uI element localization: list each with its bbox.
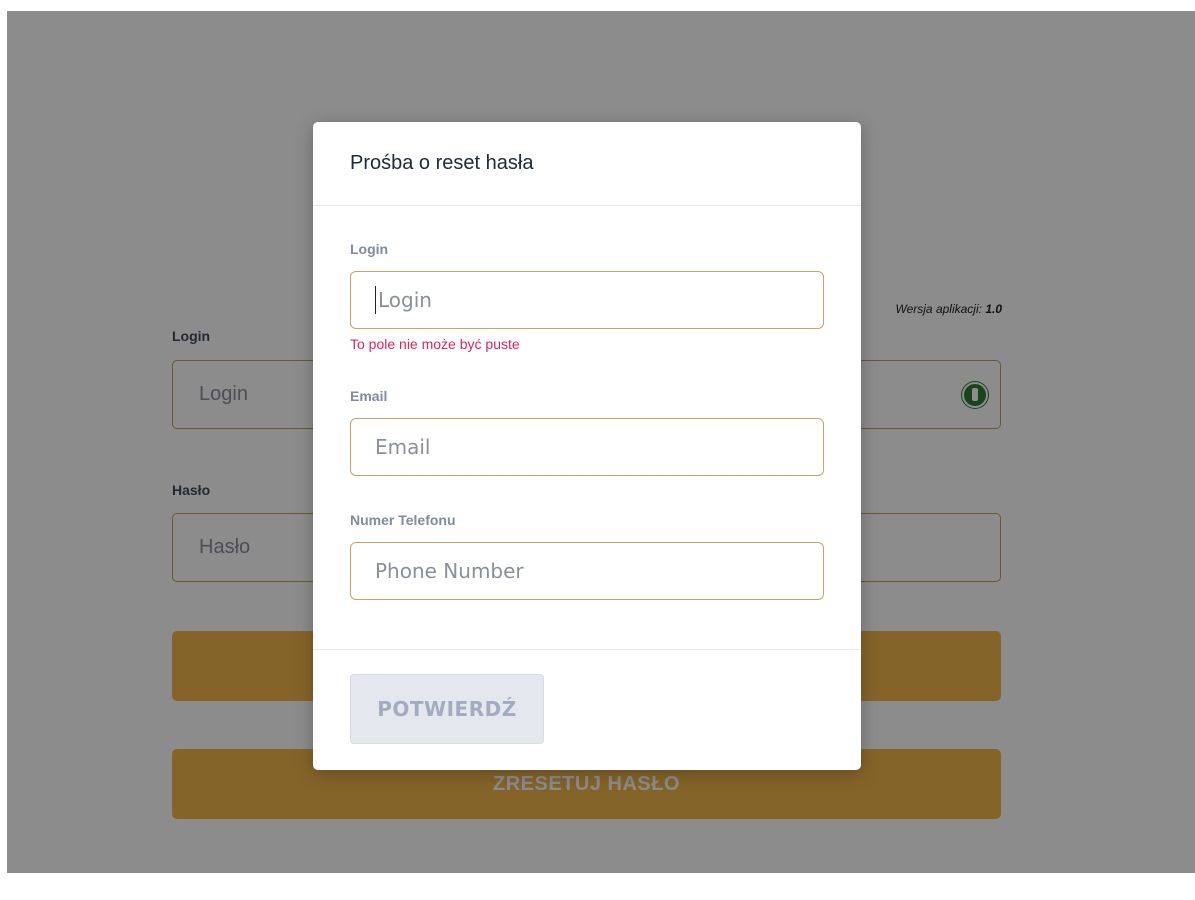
modal-header: Prośba o reset hasła <box>313 122 861 206</box>
modal-email-placeholder: Email <box>375 435 431 459</box>
modal-login-label: Login <box>350 241 389 257</box>
modal-phone-input[interactable]: Phone Number <box>350 542 824 600</box>
login-error-message: To pole nie może być puste <box>350 336 520 352</box>
modal-body: Login Login To pole nie może być puste E… <box>313 206 861 650</box>
modal-phone-placeholder: Phone Number <box>375 559 524 583</box>
confirm-button[interactable]: POTWIERDŹ <box>350 674 544 744</box>
frame-bottom <box>0 873 1195 900</box>
frame-left <box>0 0 7 900</box>
modal-email-input[interactable]: Email <box>350 418 824 476</box>
modal-title: Prośba o reset hasła <box>350 152 534 174</box>
modal-footer: POTWIERDŹ <box>313 650 861 770</box>
reset-password-modal: Prośba o reset hasła Login Login To pole… <box>313 122 861 770</box>
modal-phone-label: Numer Telefonu <box>350 512 456 528</box>
text-cursor <box>375 286 376 314</box>
modal-email-label: Email <box>350 388 388 404</box>
modal-login-input[interactable]: Login <box>350 271 824 329</box>
modal-login-placeholder: Login <box>378 288 432 312</box>
frame-top <box>0 0 1195 11</box>
